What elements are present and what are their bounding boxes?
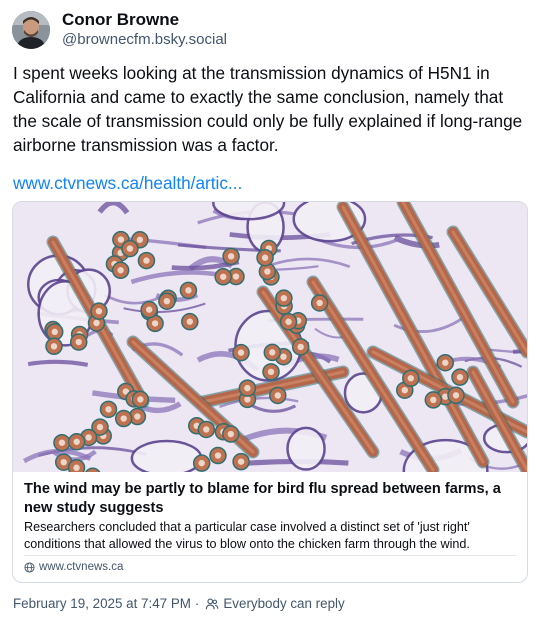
- post-header: Conor Browne @brownecfm.bsky.social: [12, 10, 227, 50]
- post: Conor Browne @brownecfm.bsky.social I sp…: [0, 0, 540, 620]
- author-display-name[interactable]: Conor Browne: [62, 10, 227, 30]
- card-title: The wind may be partly to blame for bird…: [24, 481, 501, 516]
- link-card[interactable]: The wind may be partly to blame for bird…: [12, 201, 528, 583]
- reply-setting[interactable]: Everybody can reply: [223, 596, 344, 611]
- timestamp[interactable]: February 19, 2025 at 7:47 PM: [13, 596, 191, 611]
- virus-micrograph-image: [13, 202, 527, 472]
- author-names: Conor Browne @brownecfm.bsky.social: [62, 10, 227, 50]
- post-link[interactable]: www.ctvnews.ca/health/artic...: [13, 171, 242, 195]
- separator: ·: [194, 596, 200, 611]
- avatar[interactable]: [12, 11, 50, 49]
- post-text: I spent weeks looking at the transmissio…: [13, 63, 523, 155]
- card-domain: www.ctvnews.ca: [24, 561, 123, 573]
- avatar-image: [12, 11, 50, 49]
- globe-icon: [24, 561, 35, 573]
- people-icon: [206, 598, 219, 609]
- card-domain-text: www.ctvnews.ca: [39, 561, 124, 573]
- card-divider: [24, 555, 516, 556]
- author-handle[interactable]: @brownecfm.bsky.social: [62, 30, 227, 50]
- card-description: Researchers concluded that a particular …: [24, 520, 470, 551]
- post-footer: February 19, 2025 at 7:47 PM · Everybody…: [13, 596, 345, 611]
